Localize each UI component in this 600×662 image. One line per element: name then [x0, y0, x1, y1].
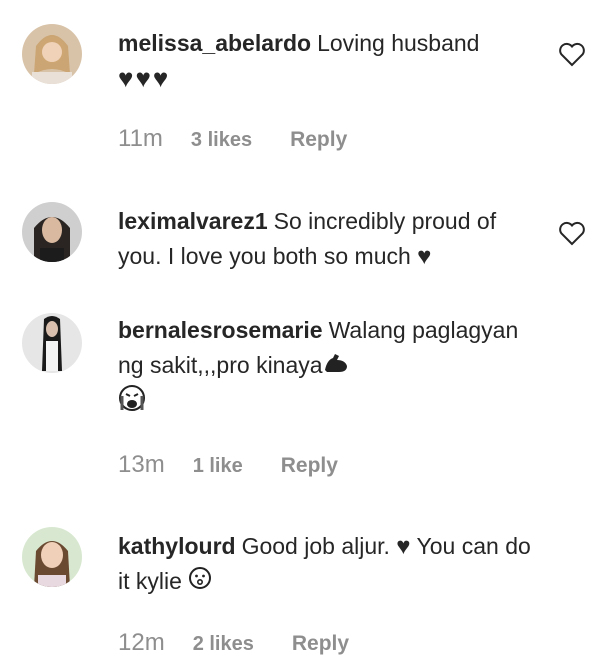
reply-button[interactable]: Reply: [292, 632, 349, 656]
timestamp: 12m: [118, 629, 165, 656]
username[interactable]: leximalvarez1: [118, 208, 268, 234]
avatar[interactable]: [22, 24, 82, 84]
like-count[interactable]: 2 likes: [193, 633, 254, 656]
heart-outline-icon[interactable]: [558, 41, 586, 67]
black-heart-emoji: ♥: [417, 243, 432, 270]
avatar[interactable]: [22, 313, 82, 373]
reply-button[interactable]: Reply: [281, 454, 338, 478]
username[interactable]: bernalesrosemarie: [118, 317, 323, 343]
black-heart-emoji: ♥: [396, 533, 411, 560]
username[interactable]: melissa_abelardo: [118, 30, 311, 56]
comment-text: leximalvarez1 So incredibly proud of you.…: [118, 204, 538, 274]
timestamp: 13m: [118, 451, 165, 478]
comment-text: bernalesrosemarie Walang paglagyan ng sak…: [118, 313, 538, 422]
black-heart-emoji: ♥♥♥: [118, 63, 171, 93]
timestamp: 11m: [118, 125, 163, 152]
comment-meta: 12m 2 likes Reply: [118, 629, 349, 657]
comment-melissa: melissa_abelardo Loving husband ♥♥♥ 11m 3…: [0, 0, 600, 180]
comment-lexi: leximalvarez1 So incredibly proud of you.…: [0, 190, 600, 310]
comment-text: kathylourd Good job aljur. ♥ You can do i…: [118, 529, 538, 600]
comment-bernales: bernalesrosemarie Walang paglagyan ng sak…: [0, 305, 600, 495]
comment-text: melissa_abelardo Loving husband ♥♥♥: [118, 26, 538, 97]
like-count[interactable]: 1 like: [193, 455, 243, 478]
comment-meta: 11m 3 likes Reply: [118, 125, 347, 153]
comment-meta: 13m 1 like Reply: [118, 451, 338, 479]
username[interactable]: kathylourd: [118, 533, 236, 559]
comment-message: Good job aljur.: [241, 533, 390, 559]
flexed-biceps-emoji: [323, 349, 349, 384]
avatar[interactable]: [22, 202, 82, 262]
comment-message: Loving husband: [317, 30, 480, 56]
hushed-face-emoji: [188, 565, 212, 600]
comment-kathy: kathylourd Good job aljur. ♥ You can do i…: [0, 515, 600, 662]
heart-outline-icon[interactable]: [558, 220, 586, 246]
reply-button[interactable]: Reply: [290, 128, 347, 152]
like-count[interactable]: 3 likes: [191, 129, 252, 152]
avatar[interactable]: [22, 527, 82, 587]
crying-face-emoji: [118, 384, 146, 422]
